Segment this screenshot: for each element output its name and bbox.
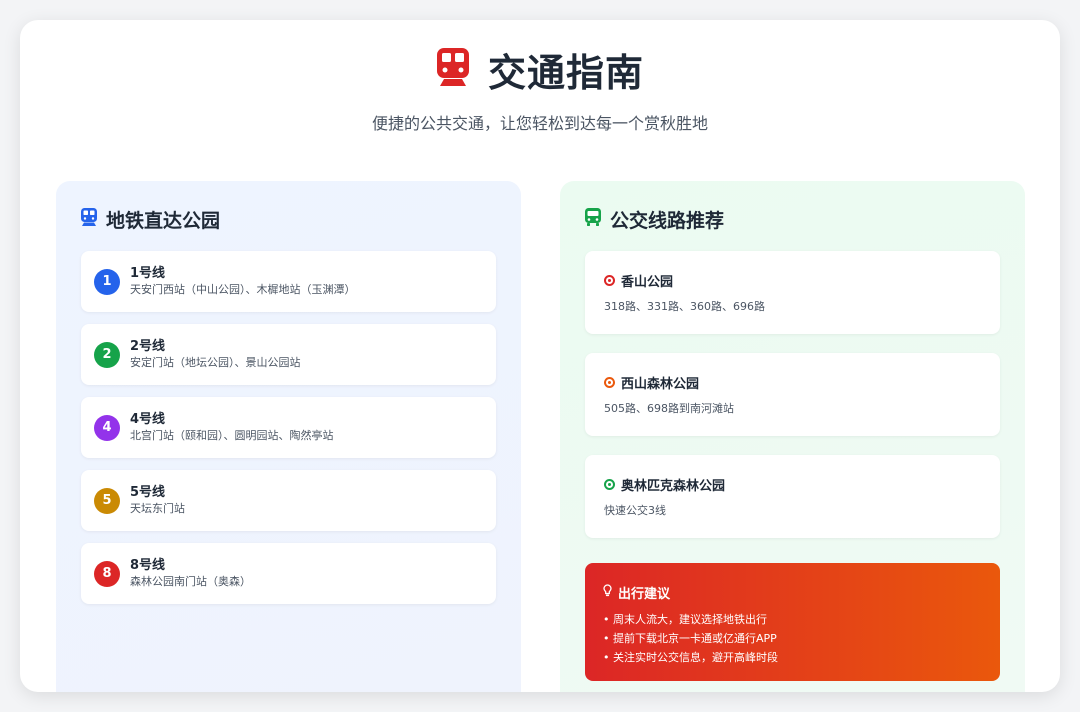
line-number-badge: 5 — [94, 487, 120, 514]
park-name: 香山公园 — [621, 274, 674, 290]
tip-item: 关注实时公交信息，避开高峰时段 — [603, 648, 1000, 667]
train-icon — [436, 47, 470, 91]
line-number-badge: 1 — [94, 268, 120, 295]
bus-panel: 公交线路推荐 香山公园 318路、331路、360路、696路 西山森林公园 5… — [560, 181, 1025, 692]
bus-panel-header: 公交线路推荐 — [584, 207, 1001, 232]
subway-icon — [80, 207, 98, 231]
line-number-badge: 2 — [94, 341, 120, 368]
subway-line-card[interactable]: 8 8号线 森林公园南门站（奥森） — [81, 543, 496, 604]
line-stations: 北宫门站（颐和园）、圆明园站、陶然亭站 — [130, 429, 334, 442]
subway-panel: 地铁直达公园 1 1号线 天安门西站（中山公园）、木樨地站（玉渊潭） 2 2号线… — [56, 181, 521, 692]
travel-tips-box: 出行建议 周末人流大，建议选择地铁出行 提前下载北京一卡通或亿通行APP 关注实… — [585, 563, 1000, 681]
travel-tips-list: 周末人流大，建议选择地铁出行 提前下载北京一卡通或亿通行APP 关注实时公交信息… — [603, 610, 1000, 667]
tip-item: 周末人流大，建议选择地铁出行 — [603, 610, 1000, 629]
park-name: 西山森林公园 — [621, 376, 700, 392]
park-name: 奥林匹克森林公园 — [621, 478, 726, 494]
subway-line-card[interactable]: 4 4号线 北宫门站（颐和园）、圆明园站、陶然亭站 — [81, 397, 496, 458]
travel-tips-header: 出行建议 — [603, 583, 1000, 602]
location-dot-icon — [604, 274, 615, 286]
line-stations: 森林公园南门站（奥森） — [130, 575, 251, 588]
bus-panel-title: 公交线路推荐 — [610, 209, 725, 232]
bus-route-card[interactable]: 西山森林公园 505路、698路到南河滩站 — [585, 353, 1000, 436]
header: 交通指南 便捷的公共交通，让您轻松到达每一个赏秋胜地 — [20, 20, 1060, 134]
line-stations: 天安门西站（中山公园）、木樨地站（玉渊潭） — [130, 283, 356, 296]
bus-route-list: 快速公交3线 — [604, 504, 666, 517]
bus-route-list: 505路、698路到南河滩站 — [604, 402, 734, 415]
line-number-badge: 8 — [94, 560, 120, 587]
transport-guide-card: 交通指南 便捷的公共交通，让您轻松到达每一个赏秋胜地 地铁直达公园 1 1号线 — [20, 20, 1060, 692]
page-subtitle: 便捷的公共交通，让您轻松到达每一个赏秋胜地 — [371, 114, 708, 133]
lightbulb-icon — [603, 584, 612, 601]
bus-route-card[interactable]: 奥林匹克森林公园 快速公交3线 — [585, 455, 1000, 538]
bus-icon — [584, 207, 602, 231]
bus-route-card[interactable]: 香山公园 318路、331路、360路、696路 — [585, 251, 1000, 334]
line-name: 5号线 — [130, 485, 166, 500]
subway-line-card[interactable]: 5 5号线 天坛东门站 — [81, 470, 496, 531]
subway-panel-header: 地铁直达公园 — [80, 207, 497, 232]
subway-line-card[interactable]: 1 1号线 天安门西站（中山公园）、木樨地站（玉渊潭） — [81, 251, 496, 312]
line-number-badge: 4 — [94, 414, 120, 441]
page-title: 交通指南 — [487, 50, 644, 95]
subway-line-card[interactable]: 2 2号线 安定门站（地坛公园）、景山公园站 — [81, 324, 496, 385]
title-row: 交通指南 — [20, 46, 1060, 95]
bus-route-list: 318路、331路、360路、696路 — [604, 300, 765, 313]
line-name: 4号线 — [130, 412, 166, 427]
line-name: 2号线 — [130, 339, 166, 354]
line-stations: 天坛东门站 — [130, 502, 185, 515]
subway-panel-title: 地铁直达公园 — [106, 209, 221, 232]
location-dot-icon — [604, 478, 615, 490]
line-name: 1号线 — [130, 266, 166, 281]
line-stations: 安定门站（地坛公园）、景山公园站 — [130, 356, 301, 369]
location-dot-icon — [604, 376, 615, 388]
travel-tips-title: 出行建议 — [618, 587, 671, 602]
line-name: 8号线 — [130, 558, 166, 573]
tip-item: 提前下载北京一卡通或亿通行APP — [603, 629, 1000, 648]
